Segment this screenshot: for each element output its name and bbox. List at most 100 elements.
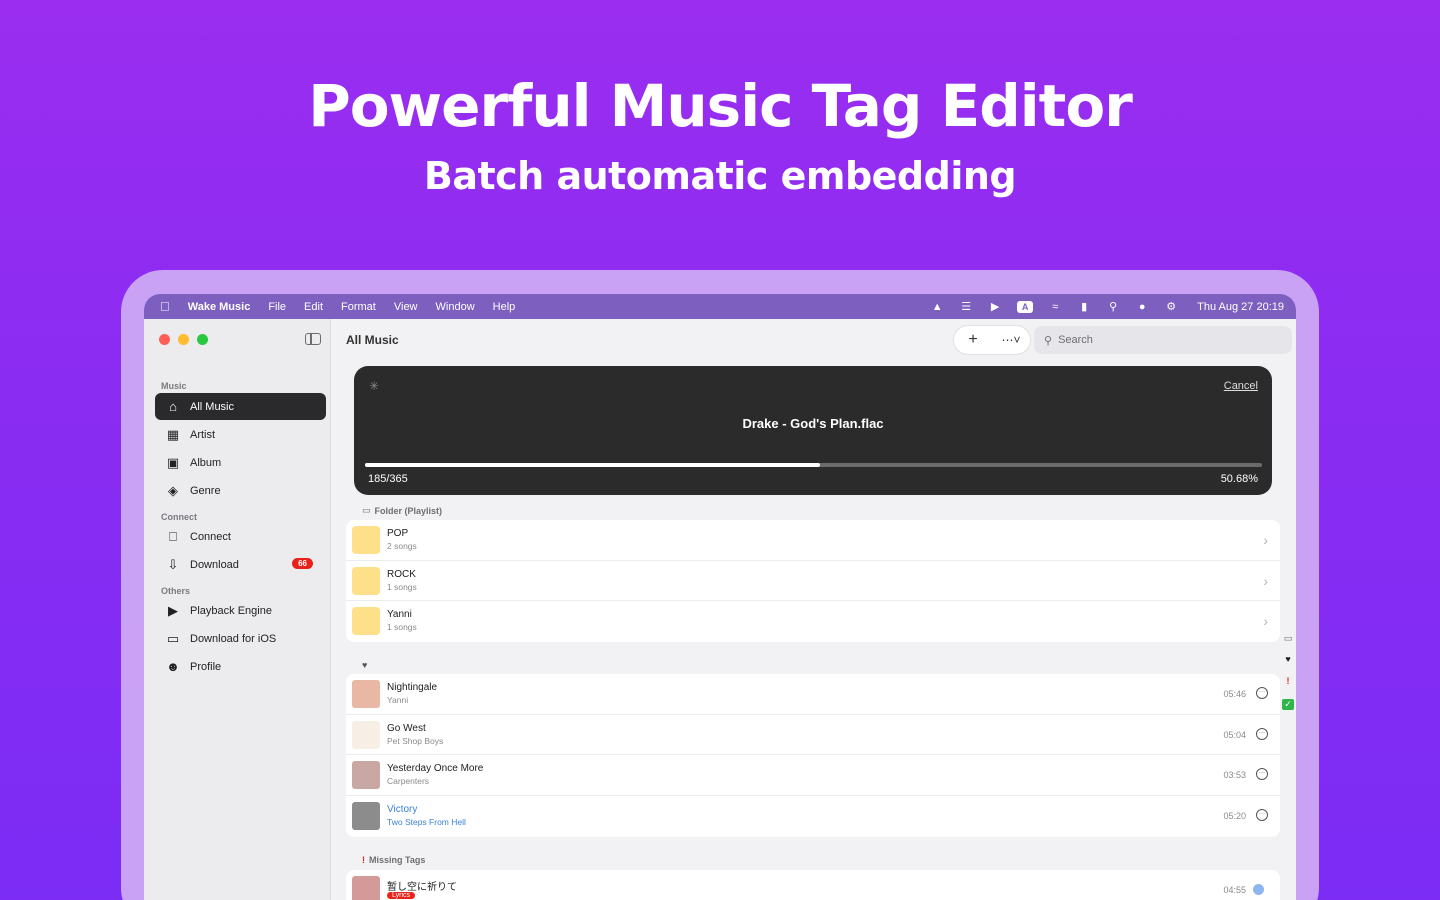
more-options-icon[interactable]: ··· xyxy=(1256,687,1268,699)
cat-icon[interactable]: ▲ xyxy=(930,300,944,314)
song-artist: Yanni xyxy=(387,695,409,705)
folder-thumb-icon xyxy=(352,607,380,636)
add-button[interactable]: + xyxy=(954,331,992,349)
rail-exclamation-icon[interactable]: ! xyxy=(1282,676,1294,686)
app-window: Music ⌂ All Music ▦ Artist ▣ Album ◈ Gen… xyxy=(144,319,1296,900)
home-icon: ⌂ xyxy=(169,399,177,414)
sidebar-item-label: All Music xyxy=(190,400,235,413)
song-duration: 05:46 xyxy=(1223,689,1246,699)
menu-view[interactable]: View xyxy=(394,301,418,313)
folder-count: 1 songs xyxy=(387,622,417,633)
sidebar-toggle-icon[interactable] xyxy=(305,333,321,345)
table-row[interactable]: Nightingale Yanni 05:46 ··· xyxy=(346,674,1280,715)
folder-group-label: ▭ Folder (Playlist) xyxy=(362,505,442,516)
sidebar-item-label: Profile xyxy=(190,660,222,673)
sidebar-item-connect[interactable]: ⎕ Connect xyxy=(155,523,326,550)
close-window-button[interactable] xyxy=(159,334,170,345)
spotlight-icon[interactable]: ⚲ xyxy=(1106,300,1120,314)
song-title: Victory xyxy=(387,804,418,816)
menu-edit[interactable]: Edit xyxy=(304,301,323,313)
heart-icon: ♥ xyxy=(362,660,368,670)
list-item[interactable]: ROCK 1 songs › xyxy=(346,561,1280,602)
sidebar-item-label: Download xyxy=(190,558,239,571)
traffic-lights xyxy=(159,334,208,345)
hero-title: Powerful Music Tag Editor xyxy=(308,72,1133,140)
more-options-icon[interactable]: ··· xyxy=(1256,809,1268,822)
battery-icon[interactable]: ▮ xyxy=(1077,300,1091,314)
sidebar-item-label: Genre xyxy=(190,484,221,497)
wifi-icon[interactable]: ≈ xyxy=(1048,300,1062,314)
screen:  Wake Music File Edit Format View Windo… xyxy=(144,294,1296,900)
rail-check-icon[interactable]: ✓ xyxy=(1282,699,1294,710)
hero-subtitle: Batch automatic embedding xyxy=(423,154,1017,198)
rail-heart-icon[interactable]: ♥ xyxy=(1282,654,1294,664)
search-input[interactable]: ⚲ Search xyxy=(1034,326,1292,354)
tower-icon[interactable]: ☰ xyxy=(959,300,973,314)
menu-window[interactable]: Window xyxy=(436,301,475,313)
control-center-icon[interactable]: ⚙ xyxy=(1164,300,1178,314)
sidebar-item-album[interactable]: ▣ Album xyxy=(155,449,326,476)
sidebar-item-genre[interactable]: ◈ Genre xyxy=(155,477,326,504)
list-item[interactable]: POP 2 songs › xyxy=(346,520,1280,561)
menu-help[interactable]: Help xyxy=(493,301,516,313)
main-content: All Music + ⋯˅ ⚲ Search ✳ Cancel Drake -… xyxy=(332,319,1296,900)
sidebar-item-label: Album xyxy=(190,456,222,469)
rail-folder-icon[interactable]: ▭ xyxy=(1282,633,1294,644)
table-row[interactable]: 暂し空に祈りて Lyrics 04:55 xyxy=(346,870,1280,900)
sidebar-item-playback-engine[interactable]: ▶ Playback Engine xyxy=(155,597,326,624)
spinner-icon: ✳ xyxy=(369,379,380,393)
song-duration: 04:55 xyxy=(1223,885,1246,895)
cancel-button[interactable]: Cancel xyxy=(1224,380,1258,392)
chevron-right-icon: › xyxy=(1263,532,1268,548)
menu-format[interactable]: Format xyxy=(341,301,376,313)
folder-name: ROCK xyxy=(387,568,416,580)
clock[interactable]: Thu Aug 27 20:19 xyxy=(1197,301,1284,313)
album-art xyxy=(352,720,380,749)
folder-thumb-icon xyxy=(352,566,380,595)
folder-icon: ▭ xyxy=(362,505,371,515)
missing-tags-list: 暂し空に祈りて Lyrics 04:55 xyxy=(346,870,1280,900)
play-circle-icon[interactable]: ▶ xyxy=(988,300,1002,314)
progress-count: 185/365 xyxy=(368,473,408,485)
album-art xyxy=(352,876,380,900)
song-title: Yesterday Once More xyxy=(387,763,484,775)
lyrics-badge: Lyrics xyxy=(387,892,416,899)
song-title: Nightingale xyxy=(387,682,438,693)
sidebar-item-label: Download for iOS xyxy=(190,632,277,645)
menu-file[interactable]: File xyxy=(268,301,286,313)
progress-panel: ✳ Cancel Drake - God's Plan.flac 185/365… xyxy=(354,366,1272,495)
song-list: Nightingale Yanni 05:46 ··· Go West Pet … xyxy=(346,674,1280,837)
table-row[interactable]: Victory Two Steps From Hell 05:20 ··· xyxy=(346,796,1280,837)
sidebar-item-artist[interactable]: ▦ Artist xyxy=(155,421,326,448)
sidebar-item-profile[interactable]: ☻ Profile xyxy=(155,653,326,680)
song-artist: Carpenters xyxy=(387,776,430,787)
sidebar-item-label: Connect xyxy=(190,530,231,543)
song-duration: 05:20 xyxy=(1223,811,1246,822)
sidebar-item-label: Playback Engine xyxy=(190,604,272,617)
minimize-window-button[interactable] xyxy=(178,334,189,345)
apple-icon[interactable]:  xyxy=(160,299,170,314)
exclamation-icon: ! xyxy=(362,855,365,865)
sidebar-item-download-ios[interactable]: ▭ Download for iOS xyxy=(155,625,326,652)
status-tray: ▲ ☰ ▶ A ≈ ▮ ⚲ ● ⚙ Thu Aug 27 20:19 xyxy=(930,294,1284,319)
table-row[interactable]: Yesterday Once More Carpenters 03:53 ··· xyxy=(346,755,1280,797)
album-art xyxy=(352,761,380,790)
genre-icon: ◈ xyxy=(168,482,178,498)
table-row[interactable]: Go West Pet Shop Boys 05:04 ··· xyxy=(346,715,1280,756)
chevron-right-icon: › xyxy=(1263,572,1268,589)
input-source-icon[interactable]: A xyxy=(1017,300,1034,313)
menu-app-name[interactable]: Wake Music xyxy=(188,301,251,313)
siri-icon[interactable]: ● xyxy=(1135,300,1149,314)
more-options-icon[interactable]: ··· xyxy=(1256,727,1268,740)
ios-icon: ▭ xyxy=(166,630,180,646)
favorites-group-label: ♥ xyxy=(362,660,367,670)
sidebar-item-label: Artist xyxy=(190,428,216,441)
sidebar-item-all-music[interactable]: ⌂ All Music xyxy=(155,393,326,420)
folder-thumb-icon xyxy=(352,526,380,554)
zoom-window-button[interactable] xyxy=(197,334,208,345)
more-menu-button[interactable]: ⋯˅ xyxy=(992,333,1030,347)
more-options-icon[interactable]: ··· xyxy=(1256,768,1268,781)
list-item[interactable]: Yanni 1 songs › xyxy=(346,601,1280,642)
sidebar-item-download[interactable]: ⇩ Download 66 xyxy=(155,551,326,578)
section-others: Others xyxy=(161,586,191,596)
